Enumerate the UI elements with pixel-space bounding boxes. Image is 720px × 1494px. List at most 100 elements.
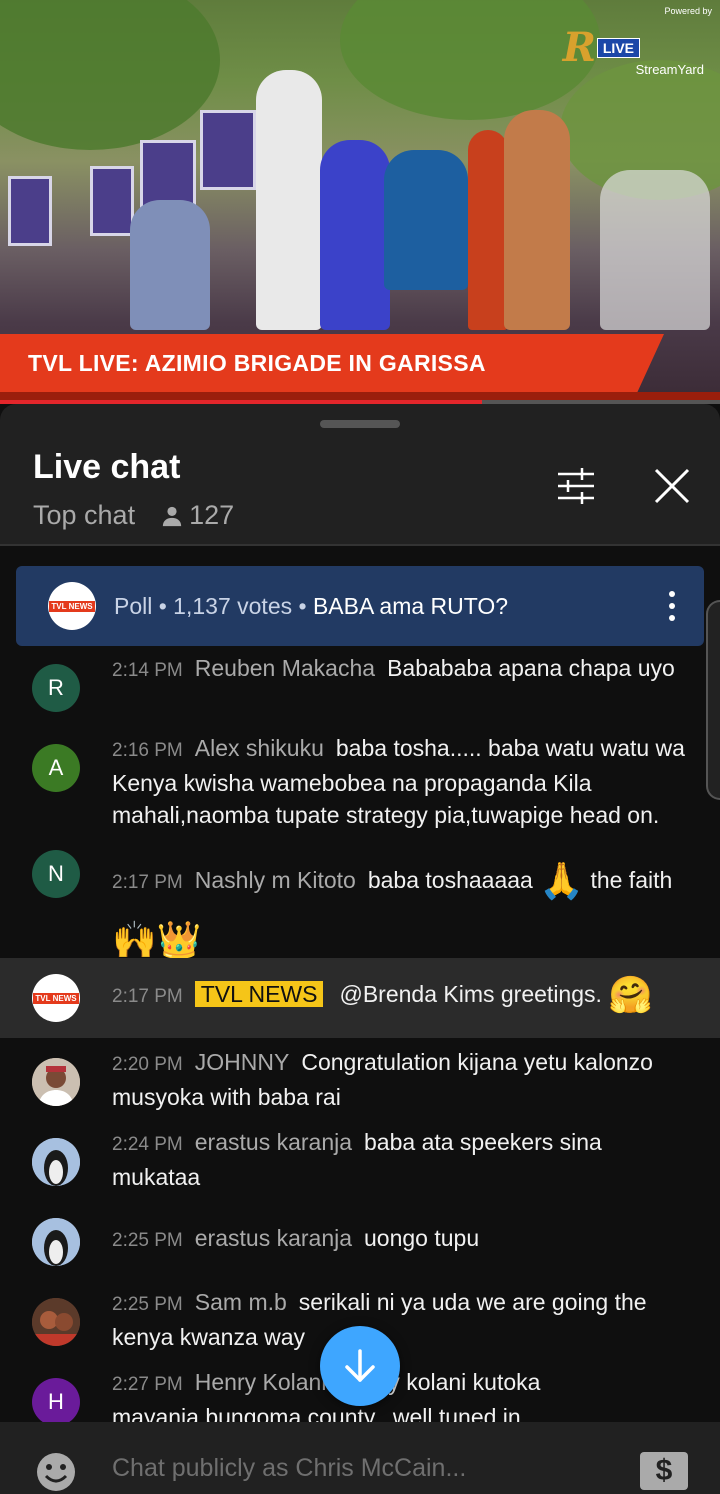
folded-hands-emoji: 🙏 bbox=[539, 860, 585, 902]
owner-badge: TVL NEWS bbox=[194, 981, 324, 1008]
message-text: Babababa apana chapa uyo bbox=[387, 655, 675, 681]
penguin-photo bbox=[32, 1218, 80, 1266]
message-time: 2:16 PM bbox=[112, 740, 183, 761]
chat-feed[interactable]: TVL NEWS Poll • 1,137 votes • BABA ama R… bbox=[0, 546, 720, 1422]
scene-person bbox=[320, 140, 390, 330]
stream-brand: Powered by R LIVE StreamYard bbox=[512, 6, 712, 86]
message-text: baba ata speekers sina mukataa bbox=[112, 1129, 602, 1190]
message-author: erastus karanja bbox=[194, 1129, 353, 1155]
channel-logo-text: TVL NEWS bbox=[33, 992, 79, 1004]
message-time: 2:17 PM bbox=[112, 872, 183, 893]
side-scroll-tab[interactable] bbox=[706, 600, 720, 800]
user-photo bbox=[32, 1298, 80, 1346]
scene-poster bbox=[8, 176, 52, 246]
message-author: Sam m.b bbox=[194, 1289, 287, 1315]
avatar[interactable]: H bbox=[32, 1378, 80, 1422]
channel-avatar[interactable]: TVL NEWS bbox=[32, 974, 80, 1022]
chat-message[interactable]: 2:14 PM Reuben Makacha Babababa apana chap… bbox=[112, 652, 692, 687]
poll-banner[interactable]: TVL NEWS Poll • 1,137 votes • BABA ama R… bbox=[16, 566, 704, 646]
person-icon bbox=[162, 506, 182, 526]
smiley-icon bbox=[37, 1453, 75, 1491]
raised-hands-crown-emoji: 🙌👑 bbox=[112, 919, 202, 961]
message-text: baba toshaaaaa bbox=[367, 867, 533, 893]
scene-person bbox=[384, 150, 468, 290]
poll-label: Poll • 1,137 votes • bbox=[114, 592, 313, 619]
r-logo-icon: R bbox=[562, 24, 596, 71]
message-author: Nashly m Kitoto bbox=[194, 867, 356, 893]
dollar-icon: $ bbox=[655, 1454, 673, 1487]
avatar[interactable]: N bbox=[32, 850, 80, 898]
message-text: @Brenda Kims greetings. bbox=[339, 981, 602, 1008]
poll-question: BABA ama RUTO? bbox=[312, 592, 509, 619]
avatar-letter: A bbox=[48, 755, 64, 780]
message-time: 2:24 PM bbox=[112, 1134, 183, 1155]
message-author: Alex shikuku bbox=[194, 735, 324, 761]
scene-person bbox=[468, 130, 508, 330]
chat-message[interactable]: 2:17 PM Nashly m Kitoto baba toshaaaaa 🙏 t… bbox=[112, 852, 692, 967]
scene-person bbox=[600, 170, 710, 330]
filter-settings-button[interactable] bbox=[552, 462, 600, 510]
chat-message[interactable]: 2:24 PM erastus karanja baba ata speekers … bbox=[112, 1126, 692, 1193]
arrow-down-icon bbox=[345, 1349, 375, 1382]
chat-mode-dropdown[interactable]: Top chat bbox=[33, 500, 135, 531]
scene-person bbox=[130, 200, 210, 330]
streamyard-label: StreamYard bbox=[635, 62, 704, 77]
chat-message[interactable]: 2:20 PM JOHNNY Congratulation kijana yetu … bbox=[112, 1046, 692, 1113]
avatar[interactable]: R bbox=[32, 664, 80, 712]
user-photo bbox=[32, 1058, 80, 1106]
message-time: 2:27 PM bbox=[112, 1374, 183, 1395]
chat-message[interactable]: 2:17 PM TVL NEWS @Brenda Kims greetings. 🤗 bbox=[112, 978, 702, 1014]
channel-avatar: TVL NEWS bbox=[48, 582, 96, 630]
penguin-photo bbox=[32, 1138, 80, 1186]
avatar[interactable]: A bbox=[32, 744, 80, 792]
viewer-count-value: 127 bbox=[189, 500, 235, 530]
message-author: Henry Kolani bbox=[194, 1369, 327, 1395]
news-banner: TVL LIVE: AZIMIO BRIGADE IN GARISSA bbox=[0, 334, 664, 392]
chat-message[interactable]: 2:16 PM Alex shikuku baba tosha..... baba … bbox=[112, 732, 692, 831]
super-chat-button[interactable]: $ bbox=[640, 1452, 688, 1490]
scroll-to-bottom-button[interactable] bbox=[320, 1326, 400, 1406]
message-time: 2:20 PM bbox=[112, 1054, 183, 1075]
sliders-icon bbox=[558, 468, 594, 504]
close-icon bbox=[654, 468, 690, 504]
message-author: JOHNNY bbox=[194, 1049, 290, 1075]
avatar[interactable] bbox=[32, 1058, 80, 1106]
hugging-face-emoji: 🤗 bbox=[608, 975, 654, 1016]
close-chat-button[interactable] bbox=[648, 462, 696, 510]
emoji-picker-button[interactable] bbox=[36, 1452, 76, 1494]
message-text: the faith bbox=[590, 867, 673, 893]
message-text: uongo tupu bbox=[364, 1225, 480, 1251]
more-vert-icon bbox=[669, 591, 675, 621]
banner-shadow bbox=[0, 392, 720, 400]
news-banner-text: TVL LIVE: AZIMIO BRIGADE IN GARISSA bbox=[28, 349, 486, 376]
scene-person bbox=[256, 70, 322, 330]
poll-menu-button[interactable] bbox=[668, 590, 676, 627]
scene-person bbox=[504, 110, 570, 330]
chat-title: Live chat bbox=[33, 448, 181, 486]
poll-text: Poll • 1,137 votes • BABA ama RUTO? bbox=[114, 593, 508, 620]
message-author: Reuben Makacha bbox=[194, 655, 376, 681]
message-time: 2:25 PM bbox=[112, 1230, 183, 1251]
avatar[interactable] bbox=[32, 1138, 80, 1186]
avatar[interactable] bbox=[32, 1218, 80, 1266]
chat-subheader: Top chat 127 bbox=[33, 500, 234, 531]
powered-by-label: Powered by bbox=[664, 6, 712, 16]
avatar[interactable] bbox=[32, 1298, 80, 1346]
scene-tree bbox=[0, 0, 220, 150]
chat-message[interactable]: 2:25 PM Sam m.b serikali ni ya uda we are … bbox=[112, 1286, 692, 1353]
chat-message[interactable]: 2:25 PM erastus karanja uongo tupu bbox=[112, 1222, 692, 1257]
message-time: 2:25 PM bbox=[112, 1294, 183, 1315]
avatar-letter: R bbox=[48, 675, 64, 700]
chat-input-bar: Chat publicly as Chris McCain... $ bbox=[0, 1422, 720, 1494]
message-author: erastus karanja bbox=[194, 1225, 353, 1251]
chat-message[interactable]: 2:27 PM Henry Kolani Henry kolani kutoka m… bbox=[112, 1366, 692, 1422]
live-badge: LIVE bbox=[596, 38, 640, 58]
message-text: Congratulation kijana yetu kalonzo musyo… bbox=[112, 1049, 653, 1110]
chat-input[interactable]: Chat publicly as Chris McCain... bbox=[112, 1454, 466, 1483]
drag-handle[interactable] bbox=[320, 420, 400, 428]
avatar-letter: H bbox=[48, 1389, 64, 1414]
avatar-letter: N bbox=[48, 861, 64, 886]
message-time: 2:14 PM bbox=[112, 660, 183, 681]
viewer-count: 127 bbox=[161, 500, 234, 531]
video-player[interactable]: Powered by R LIVE StreamYard TVL LIVE: A… bbox=[0, 0, 720, 404]
